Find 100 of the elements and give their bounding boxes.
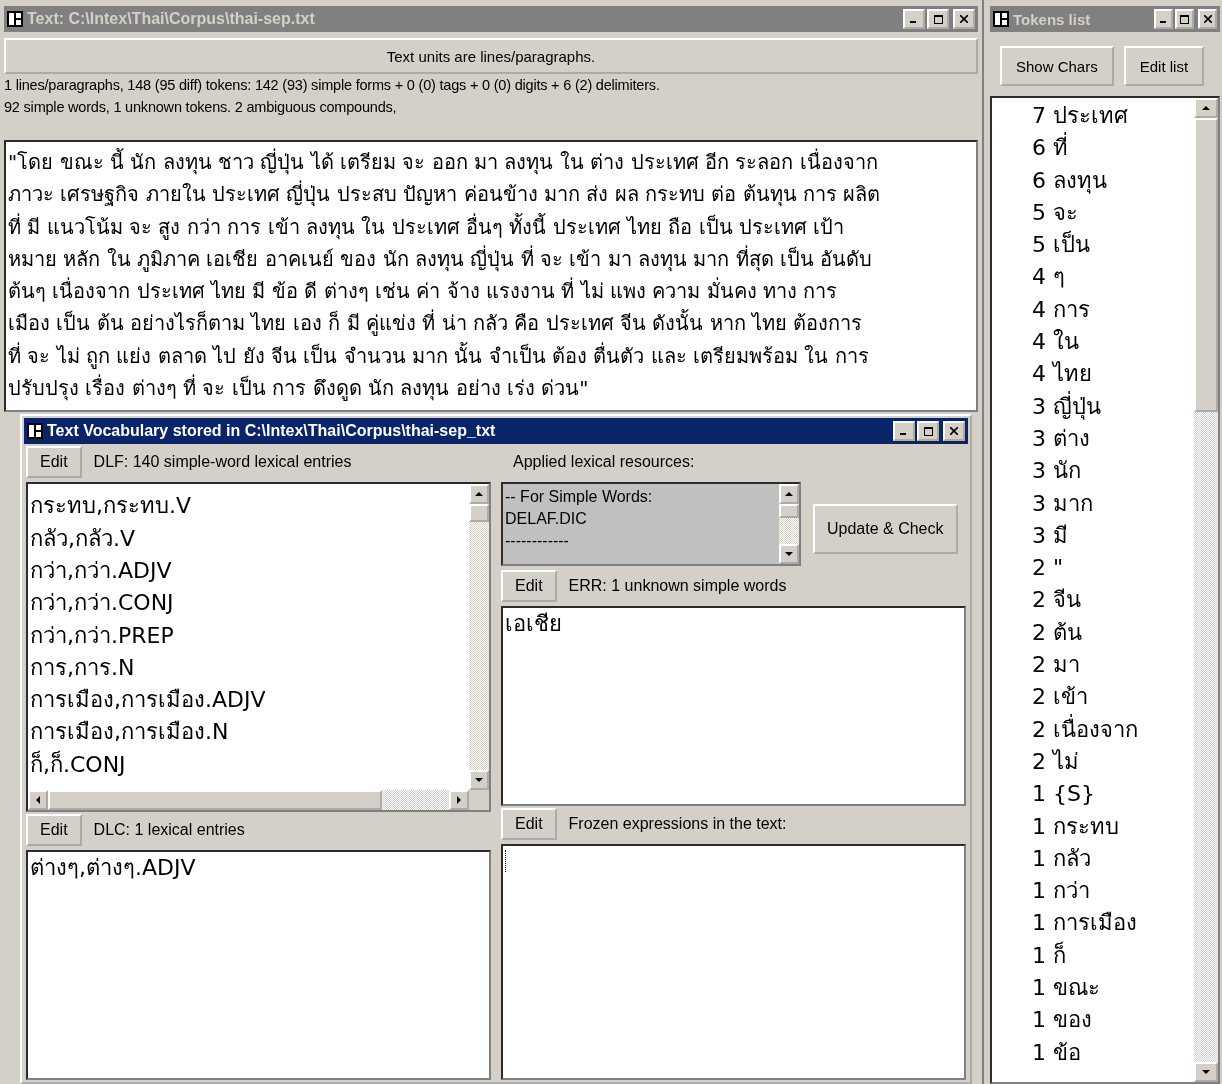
scrollbar-thumb[interactable] [469,504,489,523]
token-item[interactable]: 2 เข้า [1032,681,1194,714]
scroll-down-button[interactable] [1194,1062,1218,1082]
scrollbar-thumb[interactable] [1194,118,1218,412]
close-button[interactable] [943,421,965,442]
list-item[interactable]: กลัว,กลัว.V [28,522,469,555]
edit-button[interactable]: Edit [501,808,557,841]
arrow-down-icon [1202,1068,1210,1076]
token-item[interactable]: 2 ไม่ [1032,745,1194,779]
token-item[interactable]: 2 " [1032,552,1194,585]
scroll-up-button[interactable] [1194,98,1218,118]
edit-button[interactable]: Edit [26,814,82,847]
maximize-button[interactable] [1175,9,1194,29]
token-item[interactable]: 2 เนื่องจาก [1032,713,1194,746]
token-item[interactable]: 6 ที่ [1032,132,1194,165]
close-icon [950,427,958,436]
close-button[interactable] [1198,9,1217,29]
list-item[interactable]: กระทบ,กระทบ.V [28,490,469,523]
list-item[interactable]: กว่า,กว่า.ADJV [28,554,469,588]
token-item[interactable]: 2 ต้น [1032,616,1194,650]
update-check-button[interactable]: Update & Check [813,504,958,555]
text-cursor [505,850,507,873]
list-item[interactable]: การเมือง,การเมือง.ADJV [28,684,469,717]
token-item[interactable]: 3 มาก [1032,487,1194,520]
token-item[interactable]: 1 กระทบ [1032,810,1194,843]
scroll-down-button[interactable] [469,770,489,791]
token-item[interactable]: 5 เป็น [1032,229,1194,262]
token-item[interactable]: 7 ประเทศ [1032,100,1194,133]
token-item[interactable]: 1 ข้อ [1032,1036,1194,1069]
arrow-up-icon [475,490,483,499]
statistics-text: 1 lines/paragraphs, 148 (95 diff) tokens: 142 (93) simple forms + 0 (0) tags + 0 (0) digits + 6 (2) delimiters. [4,76,661,95]
close-button[interactable] [953,9,975,29]
token-item[interactable]: 6 ลงทุน [1032,164,1194,197]
maximize-button[interactable] [927,9,949,29]
arrow-left-icon [34,796,42,805]
scrollbar-thumb[interactable] [779,504,799,519]
statistics-text: 92 simple words, 1 unknown tokens. 2 ambiguous compounds, [4,98,398,117]
list-item[interactable]: กว่า,กว่า.CONJ [28,587,469,620]
resource-item: -- For Simple Words: [505,487,654,508]
token-item[interactable]: 1 การเมือง [1032,907,1194,940]
window-title: Text: C:\Intex\Thai\Corpus\thai-sep.txt [27,10,316,28]
arrow-right-icon [455,796,463,805]
token-item[interactable]: 2 มา [1032,649,1194,682]
resource-item: DELAF.DIC [505,509,588,530]
arrow-down-icon [475,776,483,785]
token-item[interactable]: 3 นัก [1032,455,1194,488]
scroll-right-button[interactable] [449,790,469,811]
toolbar-button[interactable]: Edit list [1123,46,1205,86]
resources-label: Applied lexical resources: [512,453,695,472]
window-title: Text Vocabulary stored in C:\Intex\Thai\Corpus\thai-sep_txt [47,422,497,441]
scroll-up-button[interactable] [469,484,489,505]
scroll-down-button[interactable] [779,544,799,565]
arrow-up-icon [1202,104,1210,112]
edit-button[interactable]: Edit [501,570,557,603]
maximize-icon [1180,14,1189,24]
token-item[interactable]: 1 ของ [1032,1004,1194,1037]
list-item[interactable]: การเมือง,การเมือง.N [28,716,469,749]
list-item[interactable]: การ,การ.N [28,651,469,685]
token-item[interactable]: 3 มี [1032,519,1194,553]
token-item[interactable]: 1 กลัว [1032,842,1194,876]
arrow-down-icon [785,550,793,559]
maximize-button[interactable] [917,421,939,442]
scrollbar-thumb[interactable] [48,790,382,811]
token-item[interactable]: 3 ญี่ปุ่น [1032,390,1194,423]
token-item[interactable]: 3 ต่าง [1032,422,1194,456]
token-item[interactable]: 1 {S} [1032,778,1194,811]
text-units-button[interactable]: Text units are lines/paragraphs. [4,38,978,74]
err-label: ERR: 1 unknown simple words [568,577,787,596]
list-item[interactable]: กว่า,กว่า.PREP [28,619,469,652]
scroll-left-button[interactable] [28,790,48,811]
app-icon [7,11,23,27]
close-icon [960,15,968,23]
window-title: Tokens list [1013,10,1092,28]
minimize-button[interactable] [893,421,915,442]
maximize-icon [933,14,943,24]
token-item[interactable]: 4 ไทย [1032,358,1194,391]
arrow-up-icon [785,490,793,499]
scroll-up-button[interactable] [779,484,799,505]
maximize-icon [923,426,933,436]
token-item[interactable]: 1 กว่า [1032,875,1194,908]
token-item[interactable]: 5 จะ [1032,196,1194,230]
close-icon [1203,15,1212,23]
token-item[interactable]: 4 การ [1032,293,1194,327]
minimize-button[interactable] [1154,9,1173,29]
token-item[interactable]: 1 ขณะ [1032,972,1194,1005]
list-item[interactable]: ก็,ก็.CONJ [28,748,469,782]
list-item[interactable]: เอเชีย [503,608,964,641]
app-icon [27,423,43,440]
token-item[interactable]: 4 ใน [1032,326,1194,359]
list-item[interactable]: ต่างๆ,ต่างๆ.ADJV [28,852,489,885]
app-icon [993,11,1009,27]
document-text: "โดย ขณะ นี้ นัก ลงทุน ชาว ญี่ปุ่น ได้ เตรียม จะ ออก มา ลงทุน ใน ต่าง ประเทศ อีก ระลอก เนื่องจาก ภาวะ เศรษฐกิจ ภายใน ประเทศ ญี่ปุ่น ประสบ ปัญหา ค่อนข้าง มาก ส่ง ผล กระทบ ต่อ ต้นทุน การ ผลิต ที่ มี แนวโน้ม จะ สูง กว่า การ เข้า ลงทุน ใน ประเทศ อื่นๆ ทั้งนี้ ประเทศ ไทย ถือ เป็น ประเทศ เป้า หมาย หลัก ใน ภูมิภาค เอเชีย อาคเนย์ ของ นัก ลงทุน ญี่ปุ่น ที่ จะ เข้า มา ลงทุน มาก ที่สุด เป็น อันดับ ต้นๆ เนื่องจาก ประเทศ ไทย มี ข้อ ดี ต่างๆ เช่น ค่า จ้าง แรงงาน ที่ ไม่ แพง ความ มั่นคง ทาง การ เมือง เป็น ต้น อย่างไรก็ตาม ไทย เอง ก็ มี คู่แข่ง ที่ น่า กลัว คือ ประเทศ จีน ดังนั้น หาก ไทย ต้องการ ที่ จะ ไม่ ถูก แย่ง ตลาด ไป ยัง จีน เป็น จำนวน มาก นั้น จำเป็น ต้อง ตื่นตัว และ เตรียมพร้อม ใน การ ปรับปรุง เรื่อง ต่างๆ ที่ จะ เป็น การ ดึงดูด นัก ลงทุน อย่าง เร่ง ด่วน" [4,140,978,413]
frozen-expressions-field[interactable] [501,844,966,1080]
toolbar-button[interactable]: Show Chars [1000,46,1114,86]
minimize-button[interactable] [903,9,925,29]
token-item[interactable]: 4 ๆ [1032,261,1194,294]
dlc-label: DLC: 1 lexical entries [93,821,245,840]
token-item[interactable]: 2 จีน [1032,584,1194,617]
edit-button[interactable]: Edit [26,446,82,479]
token-item[interactable]: 1 ก็ [1032,939,1194,972]
